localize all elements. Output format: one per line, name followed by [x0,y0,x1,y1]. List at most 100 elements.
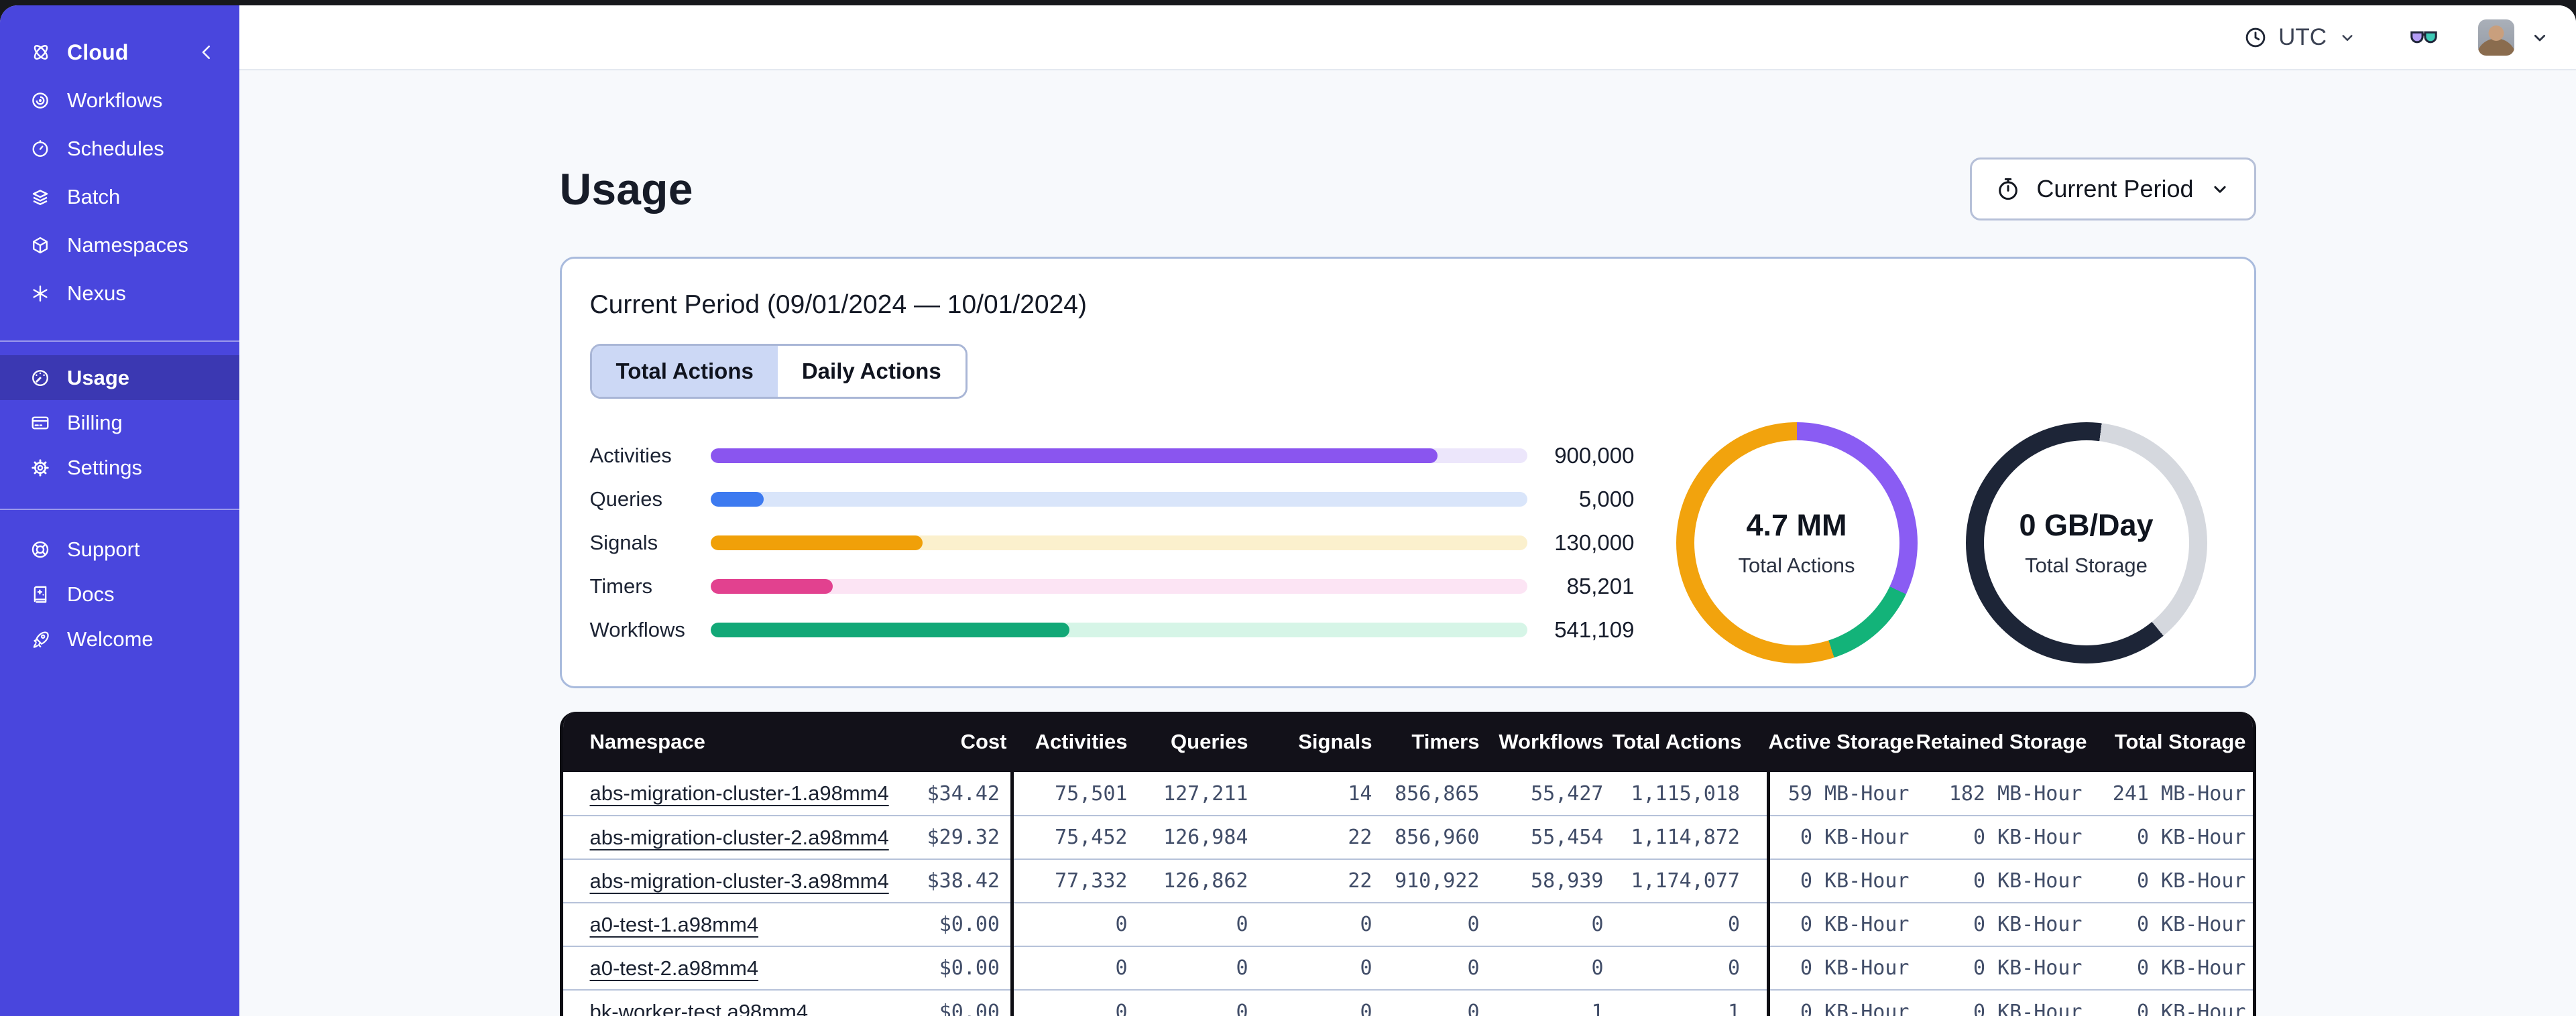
timezone-selector[interactable]: UTC [2243,24,2357,51]
bar-row-timers: Timers 85,201 [590,574,1635,598]
table-row: bk-worker-test.a98mm4 $0.00 0 0 0 0 1 1 … [563,989,2253,1016]
donut-value: 4.7 MM [1746,508,1847,542]
cell-workflows: 55,427 [1484,772,1609,816]
cell-active-storage: 0 KB-Hour [1768,902,1916,946]
page-title: Usage [559,164,693,214]
namespace-link[interactable]: a0-test-1.a98mm4 [590,913,759,936]
cell-active-storage: 0 KB-Hour [1768,946,1916,990]
cell-signals: 0 [1253,946,1378,990]
cell-activities: 77,332 [1012,859,1133,903]
table-row: abs-migration-cluster-2.a98mm4 $29.32 75… [563,815,2253,859]
topbar: UTC [239,5,2576,70]
tab-daily-actions[interactable]: Daily Actions [777,346,965,397]
clock-icon [2243,25,2268,50]
app-window: Cloud Workflows Schedules Batch Namespac… [0,5,2576,1016]
cell-active-storage: 0 KB-Hour [1768,859,1916,903]
bar-fill [710,448,1438,463]
cell-total-actions: 1,115,018 [1608,772,1770,816]
sidebar-item-batch[interactable]: Batch [0,173,239,221]
cell-active-storage: 0 KB-Hour [1768,989,1916,1016]
main-area: Usage Current Period Current Period (09/… [239,72,2576,1016]
sidebar-item-label: Workflows [67,88,163,112]
sidebar-item-namespaces[interactable]: Namespaces [0,221,239,269]
column-header-active-storage: Active Storage [1768,712,1916,772]
sidebar-item-label: Settings [67,455,143,479]
cell-timers: 856,865 [1377,772,1485,816]
cell-cost: $0.00 [844,946,1014,990]
cell-queries: 126,984 [1132,815,1254,859]
cell-queries: 0 [1132,946,1254,990]
namespace-link[interactable]: a0-test-2.a98mm4 [590,956,759,980]
bar-fill [710,535,923,550]
nexus-icon [30,283,51,304]
bar-fill [710,492,764,507]
column-header-retained-storage: Retained Storage [1916,712,2089,772]
namespace-link[interactable]: abs-migration-cluster-1.a98mm4 [590,781,889,805]
bar-label: Signals [589,531,658,554]
sidebar-item-schedules[interactable]: Schedules [0,125,239,173]
card-title: Current Period (09/01/2024 — 10/01/2024) [589,290,1087,319]
donut-value: 0 GB/Day [2019,508,2154,542]
timezone-label: UTC [2278,23,2327,50]
table-header-row: Namespace Cost Activities Queries Signal… [563,712,2253,772]
cell-workflows: 55,454 [1484,815,1609,859]
cell-activities: 0 [1012,946,1133,990]
docs-icon [30,584,51,605]
cell-cost: $0.00 [844,989,1014,1016]
period-selector-button[interactable]: Current Period [1970,157,2256,220]
cell-cost: $0.00 [844,902,1014,946]
namespace-link[interactable]: bk-worker-test.a98mm4 [590,1000,809,1016]
cell-total-storage: 0 KB-Hour [2089,989,2253,1016]
namespace-link[interactable]: abs-migration-cluster-3.a98mm4 [590,869,889,893]
cell-total-storage: 0 KB-Hour [2089,815,2253,859]
cell-workflows: 58,939 [1484,859,1609,903]
sidebar-item-docs[interactable]: Docs [0,572,239,617]
cell-total-actions: 1,114,872 [1608,815,1770,859]
bar-row-signals: Signals 130,000 [590,530,1635,555]
user-avatar[interactable] [2478,19,2514,56]
bar-value: 130,000 [1554,530,1635,555]
sidebar-item-settings[interactable]: Settings [0,445,239,490]
sidebar-item-billing[interactable]: Billing [0,400,239,445]
bar-track [710,579,1527,594]
cell-retained-storage: 0 KB-Hour [1916,902,2089,946]
cell-total-storage: 241 MB-Hour [2089,772,2253,816]
sidebar-item-support[interactable]: Support [0,527,239,572]
tab-total-actions[interactable]: Total Actions [591,346,778,397]
table-row: abs-migration-cluster-3.a98mm4 $38.42 77… [563,859,2253,903]
glasses-icon[interactable] [2408,22,2439,53]
bar-value: 900,000 [1554,443,1635,468]
cell-retained-storage: 0 KB-Hour [1916,946,2089,990]
sidebar-item-label: Batch [67,185,121,208]
cell-retained-storage: 0 KB-Hour [1916,989,2089,1016]
bar-track [710,492,1527,507]
cell-timers: 856,960 [1377,815,1485,859]
stopwatch-icon [1995,176,2022,202]
actions-tab-group: Total Actions Daily Actions [589,344,968,399]
cell-active-storage: 59 MB-Hour [1768,772,1916,816]
bar-row-queries: Queries 5,000 [590,487,1635,511]
table-row: a0-test-2.a98mm4 $0.00 0 0 0 0 0 0 0 KB-… [563,946,2253,990]
sidebar-brand: Cloud [0,28,239,76]
sidebar-collapse-button[interactable] [196,42,217,62]
cell-signals: 22 [1253,815,1378,859]
sidebar-item-label: Support [67,537,140,561]
sidebar-item-welcome[interactable]: Welcome [0,617,239,661]
sidebar-item-workflows[interactable]: Workflows [0,76,239,125]
cell-total-actions: 1 [1608,989,1770,1016]
namespace-link[interactable]: abs-migration-cluster-2.a98mm4 [590,826,889,849]
namespace-usage-table: Namespace Cost Activities Queries Signal… [559,712,2256,1016]
bar-row-activities: Activities 900,000 [590,443,1635,468]
sidebar-item-nexus[interactable]: Nexus [0,269,239,318]
cell-active-storage: 0 KB-Hour [1768,815,1916,859]
donut-label: Total Storage [2025,554,2148,577]
bar-label: Workflows [589,618,685,641]
sidebar-item-usage[interactable]: Usage [0,355,239,400]
column-header-workflows: Workflows [1484,712,1609,772]
schedules-icon [30,138,51,160]
cell-activities: 0 [1012,989,1133,1016]
column-header-namespace: Namespace [563,712,845,772]
chevron-down-icon[interactable] [2529,27,2551,48]
cell-queries: 127,211 [1132,772,1254,816]
bar-label: Queries [589,487,663,511]
